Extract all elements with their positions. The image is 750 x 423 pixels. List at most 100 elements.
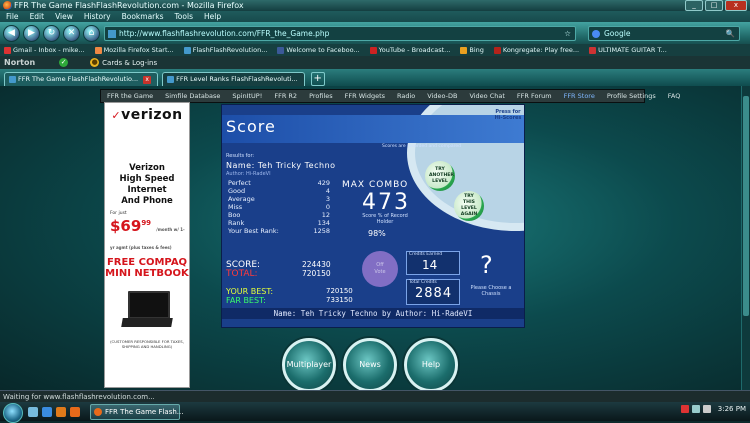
home-icon[interactable]: ⌂ (83, 24, 100, 42)
url-text: http://www.flashflashrevolution.com/FFR_… (119, 29, 330, 38)
mystery-chassis-button[interactable]: ? (480, 251, 493, 279)
maximize-button[interactable]: □ (705, 0, 723, 11)
site-navigation: FFR the Game Simfile Database SpinItUP! … (100, 89, 680, 103)
identity-safe-icon[interactable]: ● (90, 58, 100, 67)
total-credits-value: 2884 (415, 286, 453, 301)
windows-taskbar: FFR The Game Flash... 3:26 PM (0, 402, 750, 423)
network-icon[interactable] (691, 405, 700, 413)
site-nav-ffr-forum[interactable]: FFR Forum (517, 90, 552, 102)
bing-icon (460, 46, 468, 54)
site-nav-profiles[interactable]: Profiles (309, 90, 333, 102)
scrollbar-thumb[interactable] (743, 96, 749, 316)
ffr-icon (9, 75, 16, 83)
window-controls: _ □ x (683, 0, 747, 11)
bookmark-ffr[interactable]: FlashFlashRevolution... (183, 46, 267, 54)
verizon-ad[interactable]: ✓verizon Verizon High Speed Internet And… (104, 102, 190, 388)
search-icon[interactable]: 🔍 (726, 27, 735, 40)
stat-row: Boo 12 (228, 211, 330, 219)
song-footer: Name: Teh Tricky Techno by Author: Hi-Ra… (222, 308, 524, 319)
far-best-value: 733150 (326, 296, 353, 304)
news-button[interactable]: News (343, 338, 397, 390)
site-nav-simfile-database[interactable]: Simfile Database (165, 90, 220, 102)
gmail-icon (4, 46, 11, 54)
clock[interactable]: 3:26 PM (718, 405, 746, 413)
menu-edit[interactable]: Edit (30, 11, 45, 22)
site-favicon (108, 30, 116, 38)
firefox-icon[interactable] (70, 407, 80, 417)
vote-button[interactable]: Off Vote (362, 251, 398, 287)
search-input[interactable]: Google 🔍 (588, 26, 740, 41)
verizon-logo: ✓verizon (111, 107, 183, 123)
help-button[interactable]: Help (404, 338, 458, 390)
stop-icon[interactable]: ✕ (63, 24, 80, 42)
title-bar: FFR The Game FlashFlashRevolution.com - … (0, 0, 750, 11)
taskbar-item-firefox[interactable]: FFR The Game Flash... (90, 404, 183, 420)
menu-view[interactable]: View (55, 11, 73, 22)
hi-scores-button[interactable]: Press for Hi-Scores (492, 109, 524, 121)
site-nav-video-chat[interactable]: Video Chat (469, 90, 504, 102)
show-desktop-icon[interactable] (28, 407, 38, 417)
close-button[interactable]: x (725, 0, 747, 11)
menu-bookmarks[interactable]: Bookmarks (122, 11, 164, 22)
firefox-icon (94, 46, 102, 54)
flag-icon[interactable] (680, 405, 689, 413)
menu-file[interactable]: File (6, 11, 19, 22)
total-label: TOTAL: (226, 269, 258, 279)
author-line: Author: Hi-RadeVI (226, 171, 271, 177)
tab-close-icon[interactable]: x (143, 76, 152, 84)
menu-help[interactable]: Help (204, 11, 221, 22)
minimize-button[interactable]: _ (685, 0, 703, 11)
bookmark-firefox-start[interactable]: Mozilla Firefox Start... (94, 46, 174, 54)
tab-ffr-level-ranks[interactable]: FFR Level Ranks FlashFlashRevoluti... (162, 72, 305, 86)
site-nav-ffr-game[interactable]: FFR the Game (107, 90, 153, 102)
judgement-stats: Perfect 429 Good 4 Average 3 Miss 0 Boo 12 Ra… (228, 179, 330, 235)
site-nav-ffr-store[interactable]: FFR Store (564, 90, 595, 102)
ultimate-guitar-icon (589, 46, 597, 54)
results-for-label: Results for: (226, 153, 255, 159)
menu-history[interactable]: History (84, 11, 111, 22)
site-nav-ffr-widgets[interactable]: FFR Widgets (345, 90, 385, 102)
try-level-again-button[interactable]: TRY THIS LEVEL AGAIN (454, 191, 484, 221)
tab-bar: FFR The Game FlashFlashRevolutio... x FFR… (0, 69, 750, 86)
new-tab-button[interactable]: + (310, 72, 325, 86)
total-value: 720150 (302, 269, 331, 278)
site-nav-faq[interactable]: FAQ (668, 90, 681, 102)
bookmark-facebook[interactable]: Welcome to Faceboo... (277, 46, 360, 54)
bookmark-youtube[interactable]: YouTube - Broadcast... (369, 46, 450, 54)
menu-tools[interactable]: Tools (175, 11, 193, 22)
google-icon (592, 30, 600, 38)
address-bar[interactable]: http://www.flashflashrevolution.com/FFR_… (104, 26, 576, 41)
your-best-label: YOUR BEST: (226, 287, 274, 296)
ie-icon[interactable] (42, 407, 52, 417)
site-nav-spinitup[interactable]: SpinItUP! (232, 90, 262, 102)
score-note: Scores are recorded and compared (382, 144, 462, 149)
window-title: FFR The Game FlashFlashRevolution.com - … (14, 1, 244, 10)
norton-toolbar: Norton ✓ ● Cards & Log-ins (0, 56, 750, 69)
youtube-icon (369, 46, 377, 54)
far-best-label: FAR BEST: (226, 296, 266, 305)
back-icon[interactable]: ◀ (3, 24, 20, 42)
site-nav-radio[interactable]: Radio (397, 90, 415, 102)
site-nav-profile-settings[interactable]: Profile Settings (607, 90, 656, 102)
tab-ffr-game[interactable]: FFR The Game FlashFlashRevolutio... x (4, 72, 159, 86)
reload-icon[interactable]: ↻ (43, 24, 60, 42)
forward-icon[interactable]: ▶ (23, 24, 40, 42)
start-button[interactable] (3, 403, 23, 423)
bookmark-bing[interactable]: Bing (460, 46, 484, 54)
norton-check-icon[interactable]: ✓ (59, 58, 69, 67)
bookmark-gmail[interactable]: Gmail - Inbox - mike... (4, 46, 85, 54)
bookmark-ultimate-guitar[interactable]: ULTIMATE GUITAR T... (589, 46, 667, 54)
bookmark-kongregate[interactable]: Kongregate: Play free... (493, 46, 579, 54)
media-player-icon[interactable] (56, 407, 66, 417)
star-icon[interactable]: ☆ (564, 27, 571, 40)
credits-earned-value: 14 (422, 258, 438, 272)
site-nav-ffr-r2[interactable]: FFR R2 (274, 90, 297, 102)
site-nav-video-db[interactable]: Video-DB (427, 90, 457, 102)
try-another-level-button[interactable]: TRY ANOTHER LEVEL (425, 161, 455, 191)
stat-row: Rank 134 (228, 219, 330, 227)
cards-logins-button[interactable]: Cards & Log-ins (102, 59, 157, 67)
norton-logo: Norton (4, 58, 36, 67)
multiplayer-button[interactable]: Multiplayer (282, 338, 336, 390)
page-content: FFR the Game Simfile Database SpinItUP! … (0, 86, 750, 390)
volume-icon[interactable] (702, 405, 711, 413)
